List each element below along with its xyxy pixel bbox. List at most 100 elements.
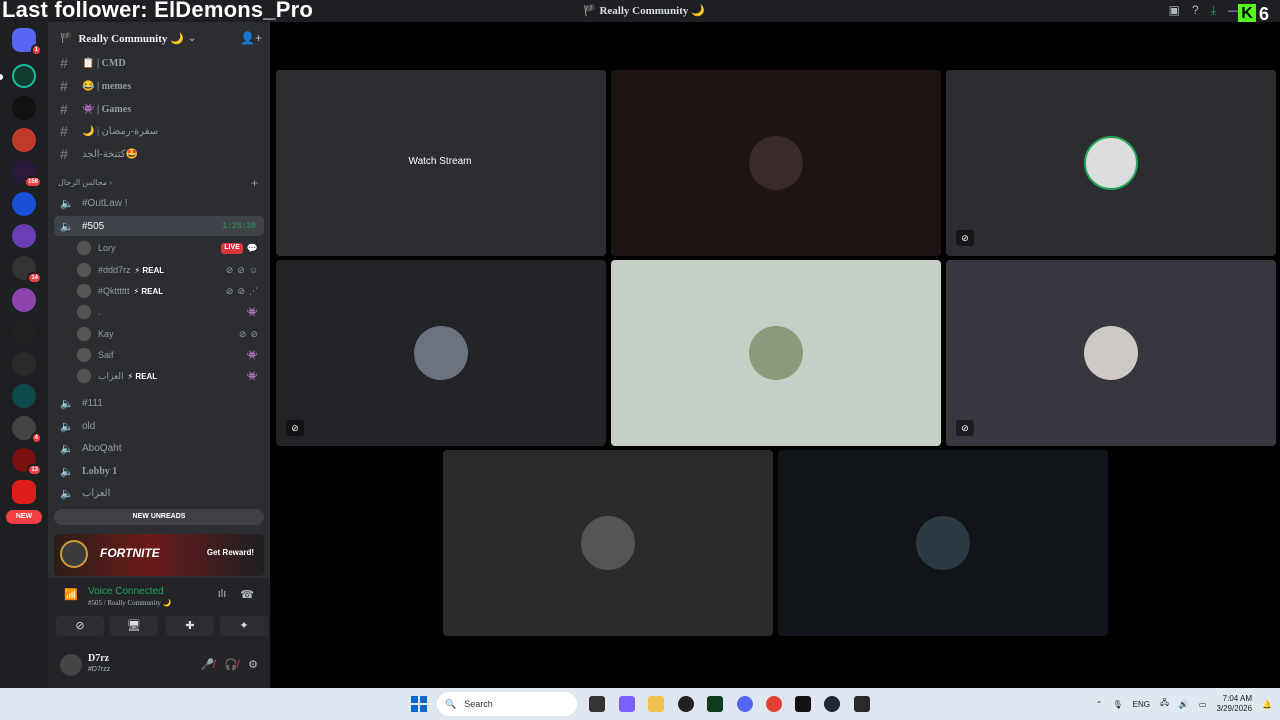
epic-games-icon[interactable] xyxy=(854,696,870,712)
gear-icon[interactable]: ⚙ xyxy=(248,658,258,671)
chrome-icon[interactable] xyxy=(766,696,782,712)
server-icon-11[interactable] xyxy=(12,384,36,408)
activities-button[interactable]: ✚ xyxy=(166,616,214,636)
voice-channel-111[interactable]: 🔈 #111 xyxy=(54,393,264,413)
new-unreads-pill[interactable]: NEW xyxy=(6,510,42,524)
windows-start-icon[interactable] xyxy=(411,696,427,712)
avatar xyxy=(916,516,970,570)
fortnite-logo-icon xyxy=(60,540,88,568)
channel-label: Lobby 1 xyxy=(82,465,118,477)
voice-user-alazzab[interactable]: العزاب ⚡ REAL 👾 xyxy=(76,366,264,386)
terminal-icon[interactable] xyxy=(707,696,723,712)
voice-user-ddd7rz[interactable]: #ddd7rz ⚡ REAL ⊘ ⊘ ☺ xyxy=(76,260,264,280)
add-channel-icon[interactable]: + xyxy=(251,176,258,190)
promo-title: FORTNITE xyxy=(100,546,160,560)
game-app-icon[interactable] xyxy=(795,696,811,712)
server-icon-7[interactable]: 14 xyxy=(12,256,42,284)
category-label[interactable]: مجالس الرجال › xyxy=(58,178,112,187)
user-tag: #D7rzz xyxy=(88,666,111,673)
voice-connected-label[interactable]: Voice Connected xyxy=(88,586,164,597)
invite-icon[interactable]: 👤+ xyxy=(240,31,262,45)
stream-tile[interactable]: Watch Stream xyxy=(276,70,606,256)
discord-icon[interactable] xyxy=(737,696,753,712)
noise-suppression-icon[interactable]: ılı xyxy=(218,588,227,601)
deafen-icon[interactable]: 🎧̸ xyxy=(224,658,238,671)
clock[interactable]: 7:04 AM 3/29/2026 xyxy=(1216,694,1252,714)
camera-off-button[interactable]: ⊘ xyxy=(56,616,104,636)
channel-ramadan[interactable]: # 🌙 | سفرة-رمضان xyxy=(54,121,264,141)
channel-label: #111 xyxy=(82,397,103,409)
participant-tile[interactable] xyxy=(778,450,1108,636)
avatar xyxy=(749,326,803,380)
participant-tile[interactable]: ⊘ xyxy=(946,70,1276,256)
channel-memes[interactable]: # 😂 | memes xyxy=(54,76,264,96)
server-icon-2[interactable] xyxy=(12,96,36,120)
voice-user-qk[interactable]: #Qktttttt ⚡ REAL ⊘ ⊘ ⋰ xyxy=(76,281,264,301)
deafened-icon: ⊘ xyxy=(237,285,245,296)
participant-tile[interactable]: ⊘ xyxy=(276,260,606,446)
disconnect-icon[interactable]: ☎ xyxy=(240,588,254,601)
participant-tile[interactable]: ⊘ xyxy=(946,260,1276,446)
chevron-up-icon[interactable]: ⌃ xyxy=(1096,700,1103,709)
inbox-icon[interactable]: ▣ xyxy=(1169,3,1180,18)
server-icon-14[interactable] xyxy=(12,480,36,504)
voice-channel-lobby1[interactable]: 🔈 Lobby 1 xyxy=(54,461,264,481)
volume-icon[interactable]: 🔊 xyxy=(1179,700,1189,709)
watch-stream-button[interactable]: Watch Stream xyxy=(396,150,484,174)
hash-icon: # xyxy=(60,123,68,139)
steam-icon[interactable] xyxy=(824,696,840,712)
server-header[interactable]: 🏴 Really Community 🌙 ⌄ 👤+ xyxy=(48,22,270,54)
voice-channel-old[interactable]: 🔈 old xyxy=(54,416,264,436)
battery-icon[interactable]: ▭ xyxy=(1199,700,1207,709)
clock-time: 7:04 AM xyxy=(1222,694,1253,703)
channel-kitnakha[interactable]: # كتنخة-الجد🤩 xyxy=(54,144,264,164)
server-icon-13[interactable]: 13 xyxy=(12,448,42,476)
task-view-icon[interactable] xyxy=(589,696,605,712)
server-icon-10[interactable] xyxy=(12,352,36,376)
avatar[interactable] xyxy=(60,654,82,676)
channel-games[interactable]: # 👾 | Games xyxy=(54,99,264,119)
voice-channel-505[interactable]: 🔈 #505 1:25:38 xyxy=(54,216,264,236)
server-icon-5[interactable] xyxy=(12,192,36,216)
direct-messages-icon[interactable]: 1 xyxy=(12,28,42,56)
help-icon[interactable]: ? xyxy=(1192,3,1199,18)
voice-user-lory[interactable]: Lory LIVE 💬 xyxy=(76,238,264,258)
channel-cmd[interactable]: # 📋 | CMD xyxy=(54,53,264,73)
camera-off-icon: ⊘ xyxy=(286,420,304,436)
signal-icon[interactable]: 📶 xyxy=(64,588,78,601)
file-explorer-icon[interactable] xyxy=(648,696,664,712)
fortnite-promo[interactable]: FORTNITE Get Reward! xyxy=(54,534,264,576)
obs-icon[interactable] xyxy=(678,696,694,712)
voice-channel-aboqaht[interactable]: 🔈 AboQaht xyxy=(54,438,264,458)
network-icon[interactable]: 🖧 xyxy=(1160,697,1169,711)
voice-user-kay[interactable]: Kay ⊘ ⊘ xyxy=(76,324,264,344)
server-icon-9[interactable] xyxy=(12,320,36,344)
voice-channel-outlaw[interactable]: 🔈 #OutLaw ! xyxy=(54,193,264,213)
get-reward-button[interactable]: Get Reward! xyxy=(207,548,254,557)
server-icon-12[interactable]: 4 xyxy=(12,416,42,444)
download-icon[interactable]: ⤓ xyxy=(1211,3,1216,18)
taskbar-search[interactable]: 🔍 Search xyxy=(437,692,577,716)
notifications-icon[interactable]: 🔔 xyxy=(1262,700,1272,709)
participant-tile[interactable] xyxy=(443,450,773,636)
soundboard-button[interactable]: ✦ xyxy=(220,616,268,636)
copilot-icon[interactable] xyxy=(619,696,635,712)
user-name[interactable]: D7rz xyxy=(88,653,109,664)
voice-channel-alazzab[interactable]: 🔈 العزاب xyxy=(54,483,264,503)
voice-user-saif[interactable]: Saif 👾 xyxy=(76,345,264,365)
participant-tile[interactable] xyxy=(611,260,941,446)
server-icon-3[interactable] xyxy=(12,128,36,152)
server-icon-6[interactable] xyxy=(12,224,36,248)
voice-user-dot[interactable]: . 👾 xyxy=(76,302,264,322)
server-icon-su[interactable] xyxy=(12,64,36,88)
channel-label: 📋 | CMD xyxy=(82,57,126,69)
mute-icon[interactable]: 🎤̸ xyxy=(201,658,215,671)
screen-share-button[interactable]: 🖥 xyxy=(110,616,158,636)
new-unreads-button[interactable]: NEW UNREADS xyxy=(54,509,264,525)
server-icon-8[interactable] xyxy=(12,288,36,312)
channel-label: #OutLaw ! xyxy=(82,197,128,209)
microphone-icon[interactable]: 🎙 xyxy=(1112,700,1122,709)
participant-tile[interactable] xyxy=(611,70,941,256)
language-indicator[interactable]: ENG xyxy=(1133,700,1150,709)
server-icon-4[interactable]: 156 xyxy=(12,160,42,188)
